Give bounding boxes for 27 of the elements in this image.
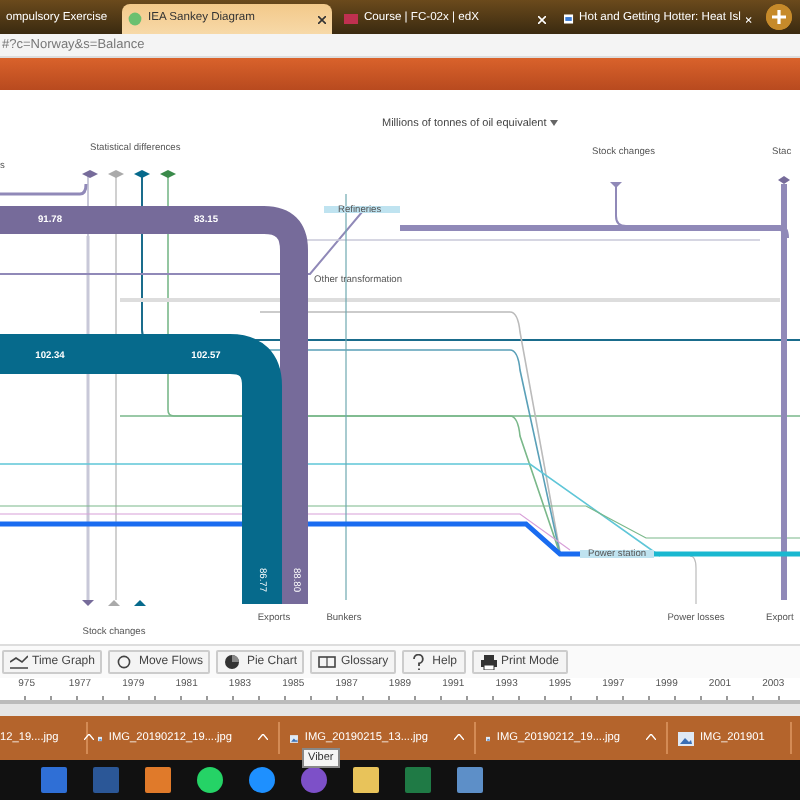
circle-icon <box>116 654 135 670</box>
triangle-marker-icon <box>610 182 622 188</box>
image-file-icon <box>290 731 299 745</box>
triangle-marker-icon <box>108 600 120 606</box>
book-icon <box>318 654 337 670</box>
caret-up-icon <box>84 733 95 740</box>
new-tab-button[interactable] <box>766 4 792 30</box>
diamond-marker-icon <box>160 170 176 178</box>
favicon-icon <box>564 12 574 26</box>
image-file-icon <box>678 731 694 745</box>
diamond-marker-icon <box>778 176 790 184</box>
printer-icon <box>479 654 497 670</box>
caret-up-icon <box>258 733 268 740</box>
pie-chart-icon <box>224 654 243 670</box>
close-icon[interactable] <box>318 15 326 23</box>
diamond-marker-icon <box>82 170 98 178</box>
diamond-marker-icon <box>108 170 124 178</box>
favicon-icon <box>344 12 358 26</box>
caret-icon <box>550 120 559 127</box>
triangle-marker-icon <box>82 600 94 606</box>
line-graph-icon <box>10 654 28 670</box>
caret-up-icon <box>454 733 464 740</box>
triangle-marker-icon <box>134 600 146 606</box>
caret-up-icon <box>646 733 656 740</box>
favicon-icon <box>128 12 142 26</box>
diamond-marker-icon <box>134 170 150 178</box>
help-icon <box>410 654 429 670</box>
